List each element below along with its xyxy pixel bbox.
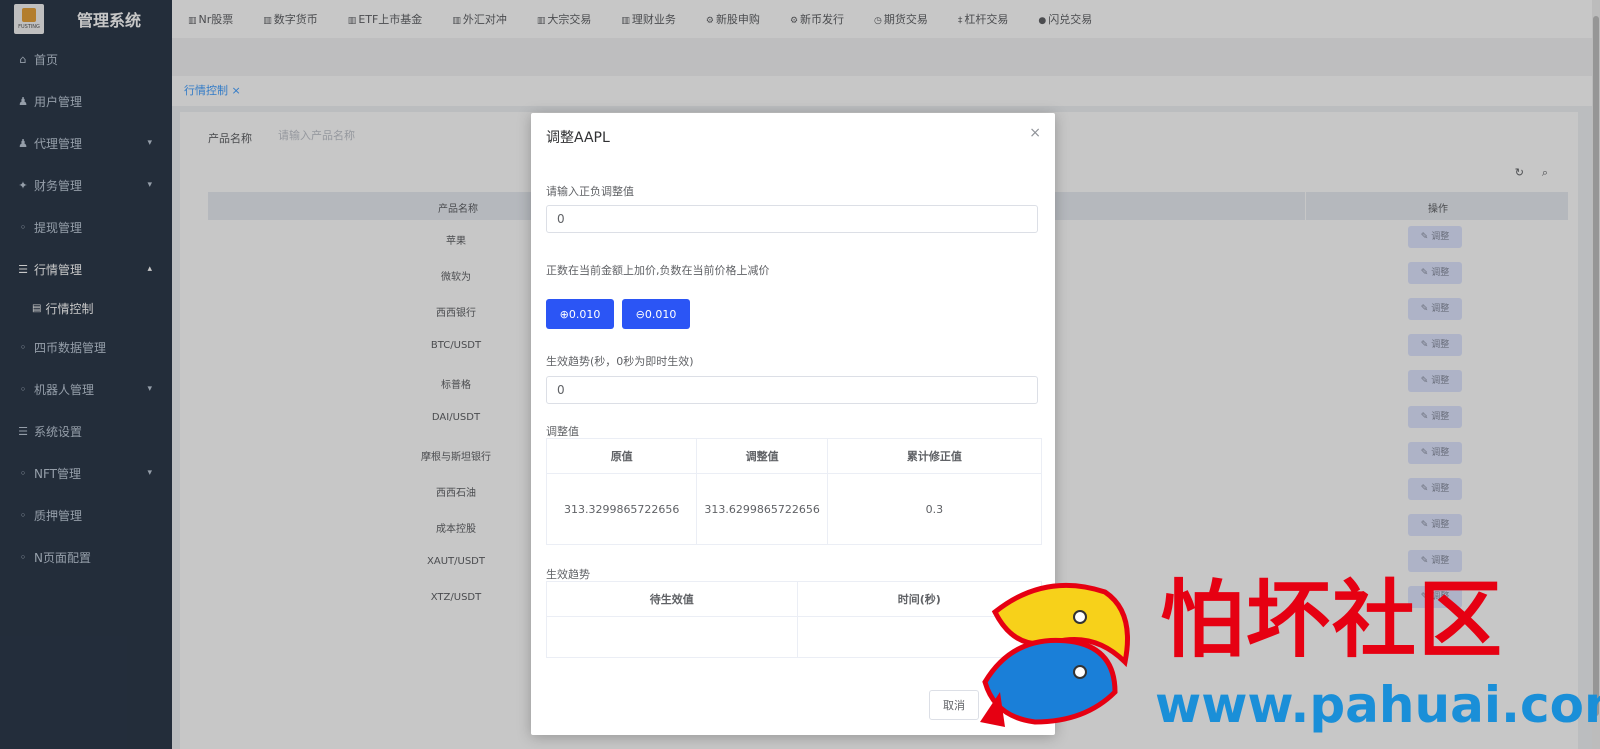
table-row: 313.3299865722656 313.6299865722656 0.3	[547, 474, 1041, 544]
table-cell	[547, 617, 798, 657]
table-cell: 0.3	[925, 502, 944, 516]
decrease-button[interactable]: ⊖0.010	[622, 299, 690, 329]
table-cell: 313.6299865722656	[697, 474, 828, 544]
trend-seconds-input[interactable]	[546, 376, 1038, 404]
adjust-hint: 正数在当前金额上加价,负数在当前价格上减价	[546, 264, 770, 277]
watermark-fish-logo	[980, 582, 1130, 727]
value-section-label: 调整值	[546, 425, 579, 438]
watermark-url: www.pahuai.com	[1155, 676, 1600, 734]
trend-table: 待生效值 时间(秒)	[546, 581, 1042, 658]
increase-button[interactable]: ⊕0.010	[546, 299, 614, 329]
table-header: 原值 调整值 累计修正值	[547, 439, 1041, 474]
adjust-value-input[interactable]	[546, 205, 1038, 233]
trend-section-label: 生效趋势	[546, 568, 590, 581]
close-icon[interactable]: ×	[1029, 125, 1041, 141]
dialog-title: 调整AAPL	[546, 130, 610, 146]
cancel-button[interactable]: 取消	[929, 690, 979, 720]
column-header: 待生效值	[547, 582, 798, 616]
watermark-title: 怕坏社区	[1160, 570, 1505, 669]
trend-seconds-label: 生效趋势(秒，0秒为即时生效)	[546, 355, 694, 368]
table-header: 待生效值 时间(秒)	[547, 582, 1041, 617]
table-cell: 313.3299865722656	[547, 474, 698, 544]
column-header: 累计修正值	[906, 450, 962, 463]
adjust-value-table: 原值 调整值 累计修正值 313.3299865722656 313.62998…	[546, 438, 1042, 545]
column-header: 调整值	[697, 439, 828, 473]
column-header: 原值	[547, 439, 698, 473]
table-row-empty	[547, 617, 1041, 657]
adjust-value-label: 请输入正负调整值	[546, 185, 634, 198]
